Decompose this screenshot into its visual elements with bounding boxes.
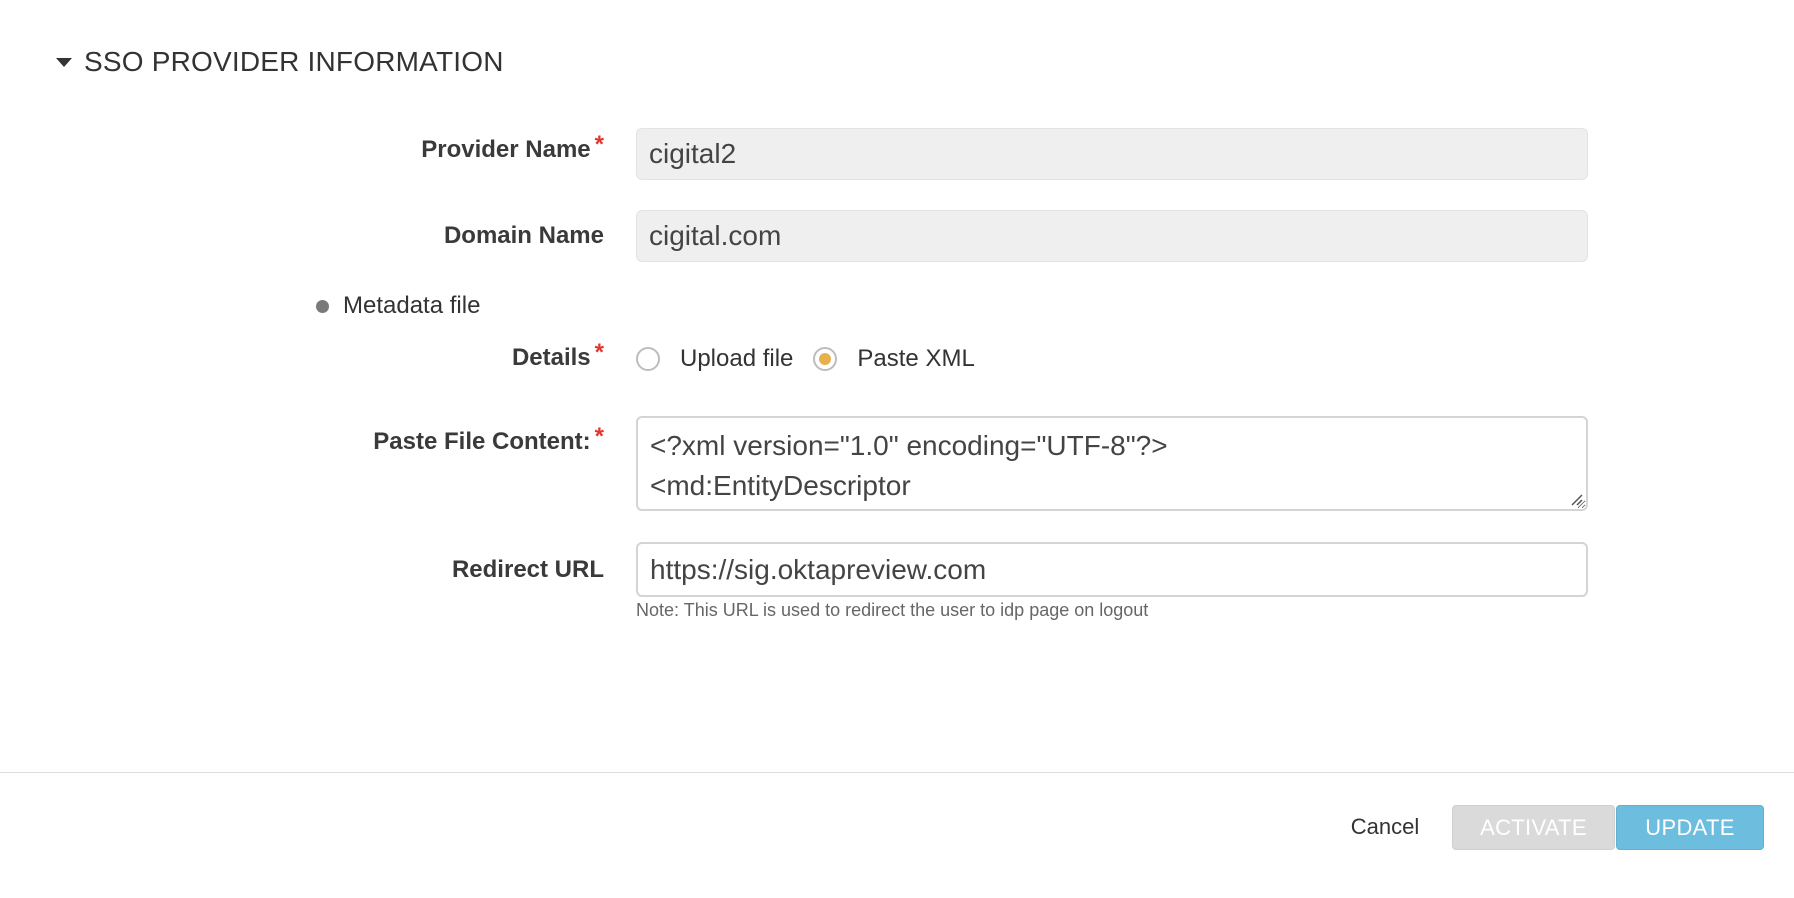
cancel-button[interactable]: Cancel <box>1340 806 1430 848</box>
provider-name-label: Provider Name * <box>421 131 604 164</box>
metadata-file-item: Metadata file <box>316 292 480 320</box>
resize-handle-icon[interactable] <box>1569 492 1583 506</box>
provider-name-field[interactable]: cigital2 <box>636 128 1588 180</box>
redirect-url-input[interactable]: https://sig.oktapreview.com <box>636 542 1588 597</box>
textarea-line: <?xml version="1.0" encoding="UTF-8"?> <box>650 430 1168 461</box>
update-button[interactable]: UPDATE <box>1616 805 1764 850</box>
metadata-file-label: Metadata file <box>343 292 481 319</box>
sso-provider-dialog: SSO PROVIDER INFORMATION Provider Name * … <box>0 0 1794 898</box>
required-asterisk: * <box>594 339 604 366</box>
paste-xml-label[interactable]: Paste XML <box>857 345 974 373</box>
bullet-dot-icon <box>316 299 329 313</box>
caret-down-icon[interactable] <box>56 57 72 67</box>
required-asterisk: * <box>594 131 604 158</box>
redirect-url-value: https://sig.oktapreview.com <box>650 553 987 585</box>
domain-name-label: Domain Name <box>444 222 604 250</box>
textarea-line: <md:EntityDescriptor <box>650 470 911 501</box>
domain-name-label-text: Domain Name <box>443 222 604 249</box>
provider-name-value: cigital2 <box>649 138 737 169</box>
upload-file-label[interactable]: Upload file <box>680 345 793 373</box>
provider-name-label-text: Provider Name <box>421 136 591 163</box>
radio-selected-dot <box>819 353 832 365</box>
footer-divider <box>0 772 1794 773</box>
details-label: Details * <box>511 339 604 372</box>
section-header-sso-provider[interactable]: SSO PROVIDER INFORMATION <box>56 44 504 80</box>
redirect-url-label: Redirect URL <box>452 556 604 584</box>
details-label-text: Details <box>511 344 591 371</box>
domain-name-field[interactable]: cigital.com <box>636 210 1588 262</box>
paste-file-content-textarea[interactable]: <?xml version="1.0" encoding="UTF-8"?> <… <box>636 416 1588 511</box>
redirect-url-note: Note: This URL is used to redirect the u… <box>636 600 1149 620</box>
paste-xml-radio[interactable] <box>813 347 838 371</box>
activate-button[interactable]: ACTIVATE <box>1452 805 1615 850</box>
upload-file-radio[interactable] <box>636 347 660 371</box>
paste-file-content-label: Paste File Content: * <box>373 423 604 456</box>
details-radio-group: Upload file Paste XML <box>636 343 995 375</box>
domain-name-value: cigital.com <box>649 220 782 251</box>
paste-file-content-label-text: Paste File Content: <box>373 428 591 455</box>
redirect-url-label-text: Redirect URL <box>451 556 604 583</box>
section-title: SSO PROVIDER INFORMATION <box>84 46 504 77</box>
required-asterisk: * <box>594 423 604 450</box>
